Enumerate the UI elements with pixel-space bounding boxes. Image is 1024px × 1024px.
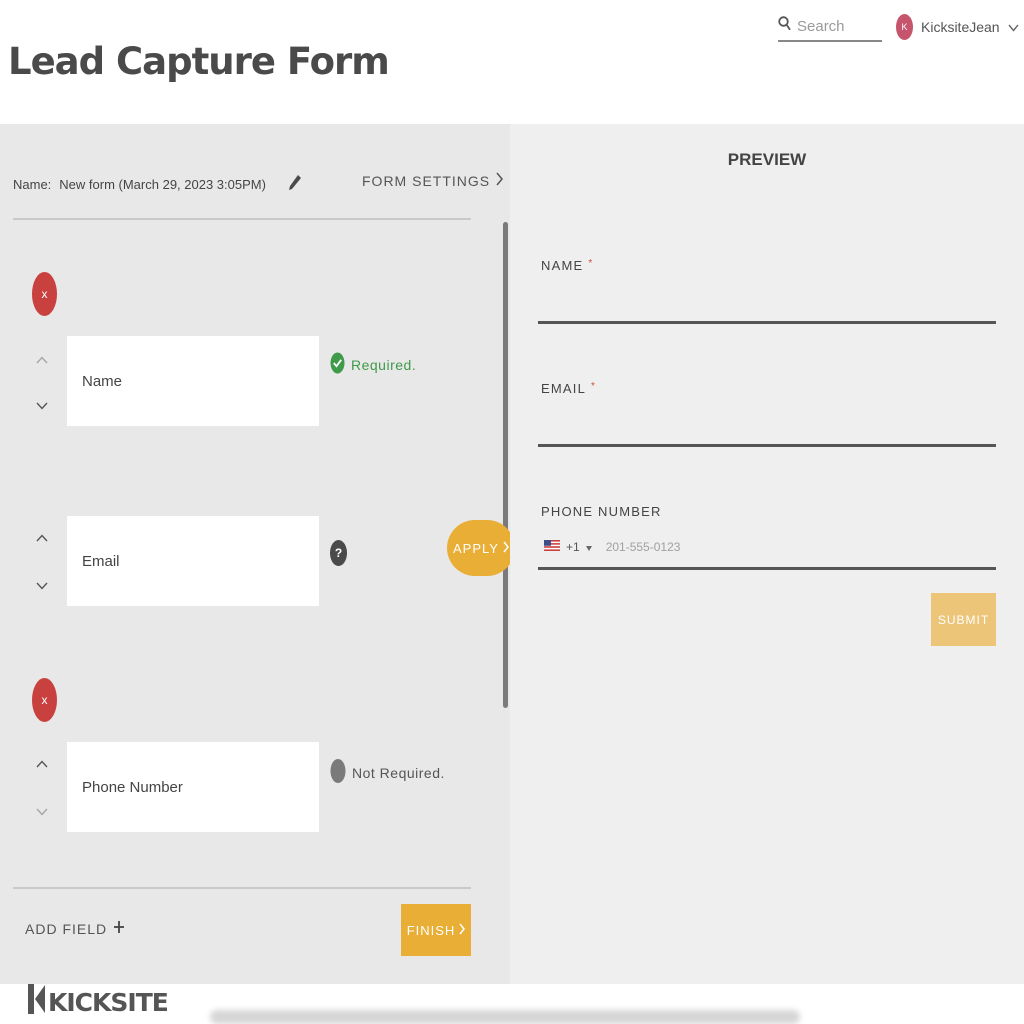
preview-name-label: NAME * bbox=[541, 258, 593, 273]
plus-icon bbox=[113, 920, 125, 937]
scrollbar[interactable] bbox=[503, 222, 508, 708]
user-menu[interactable]: K KicksiteJean bbox=[896, 14, 1019, 40]
preview-phone-label: PHONE NUMBER bbox=[541, 504, 662, 519]
field-label: Name bbox=[82, 372, 123, 390]
preview-name-input[interactable] bbox=[538, 321, 996, 324]
username: KicksiteJean bbox=[921, 19, 1000, 35]
close-icon: x bbox=[41, 693, 48, 707]
move-down-phone-button[interactable] bbox=[34, 804, 50, 820]
finish-label: FINISH bbox=[406, 922, 456, 938]
edit-pencil-icon[interactable] bbox=[288, 174, 302, 195]
help-symbol: ? bbox=[334, 546, 343, 560]
divider bbox=[13, 887, 471, 889]
chevron-up-icon bbox=[36, 760, 48, 768]
kicksite-mark-icon bbox=[26, 982, 46, 1022]
not-required-text: Not Required. bbox=[352, 764, 445, 781]
move-up-email-button[interactable] bbox=[34, 530, 50, 546]
phone-number-input[interactable] bbox=[605, 540, 806, 554]
logo-text: KICKSITE bbox=[48, 987, 169, 1017]
country-code[interactable]: +1 bbox=[566, 540, 580, 554]
form-builder-panel: Name: New form (March 29, 2023 3:05PM) F… bbox=[0, 124, 515, 984]
required-star: * bbox=[591, 381, 597, 392]
kicksite-logo: KICKSITE bbox=[26, 982, 169, 1022]
chevron-down-icon bbox=[36, 582, 48, 590]
submit-button[interactable]: SUBMIT bbox=[931, 593, 996, 646]
required-text: Required. bbox=[351, 356, 417, 373]
chevron-up-icon bbox=[36, 534, 48, 542]
add-field-button[interactable]: ADD FIELD bbox=[25, 920, 125, 937]
us-flag-icon bbox=[544, 540, 560, 554]
chevron-down-icon bbox=[1008, 19, 1019, 35]
field-email-box[interactable]: Email bbox=[67, 516, 319, 606]
check-circle-icon bbox=[330, 352, 345, 377]
chevron-right-icon bbox=[496, 172, 504, 189]
move-up-name-button[interactable] bbox=[34, 352, 50, 368]
toggle-circle-icon bbox=[330, 758, 346, 787]
form-settings-label: FORM SETTINGS bbox=[362, 172, 491, 189]
close-icon: x bbox=[41, 287, 48, 301]
form-settings-button[interactable]: FORM SETTINGS bbox=[362, 172, 504, 189]
required-toggle-phone[interactable]: Not Required. bbox=[330, 758, 445, 787]
required-star: * bbox=[588, 258, 594, 269]
chevron-up-icon bbox=[36, 356, 48, 364]
bottom-shadow bbox=[210, 1010, 800, 1024]
chevron-down-icon bbox=[36, 402, 48, 410]
help-email-button[interactable]: ? bbox=[330, 540, 347, 566]
help-icon: ? bbox=[330, 540, 347, 566]
field-phone-box[interactable]: Phone Number bbox=[67, 742, 319, 832]
form-name-label: Name: bbox=[13, 177, 52, 192]
label-text: EMAIL bbox=[541, 381, 587, 396]
required-toggle-name[interactable]: Required. bbox=[330, 352, 416, 377]
page-title: Lead Capture Form bbox=[8, 40, 390, 83]
preview-email-input[interactable] bbox=[538, 444, 996, 447]
preview-email-label: EMAIL * bbox=[541, 381, 596, 396]
chevron-right-icon bbox=[503, 541, 509, 556]
delete-field-phone-button[interactable]: x bbox=[32, 678, 57, 722]
move-up-phone-button[interactable] bbox=[34, 756, 50, 772]
apply-button[interactable]: APPLY bbox=[447, 520, 515, 576]
preview-title: PREVIEW bbox=[727, 150, 807, 169]
field-label: Email bbox=[82, 552, 120, 570]
form-name-value: New form (March 29, 2023 3:05PM) bbox=[59, 177, 266, 192]
move-down-email-button[interactable] bbox=[34, 578, 50, 594]
preview-panel: PREVIEW NAME * EMAIL * PHONE NUMBER +1 SUB… bbox=[510, 124, 1024, 984]
delete-field-name-button[interactable]: x bbox=[32, 272, 57, 316]
finish-button[interactable]: FINISH bbox=[401, 904, 471, 956]
add-field-label: ADD FIELD bbox=[25, 920, 108, 937]
preview-phone-row[interactable]: +1 bbox=[544, 540, 806, 554]
caret-down-icon bbox=[585, 540, 592, 554]
preview-phone-underline bbox=[538, 567, 996, 570]
search-input[interactable] bbox=[797, 17, 877, 35]
label-text: NAME bbox=[541, 258, 584, 273]
chevron-right-icon bbox=[459, 923, 466, 938]
search-bar[interactable] bbox=[778, 12, 882, 42]
label-text: PHONE NUMBER bbox=[541, 504, 662, 519]
chevron-down-icon bbox=[36, 808, 48, 816]
form-name-row: Name: New form (March 29, 2023 3:05PM) bbox=[13, 174, 302, 195]
divider bbox=[13, 218, 471, 220]
search-icon bbox=[778, 16, 791, 36]
field-label: Phone Number bbox=[82, 778, 183, 796]
avatar: K bbox=[896, 14, 913, 40]
move-down-name-button[interactable] bbox=[34, 398, 50, 414]
field-name-box[interactable]: Name bbox=[67, 336, 319, 426]
apply-label: APPLY bbox=[453, 540, 499, 556]
